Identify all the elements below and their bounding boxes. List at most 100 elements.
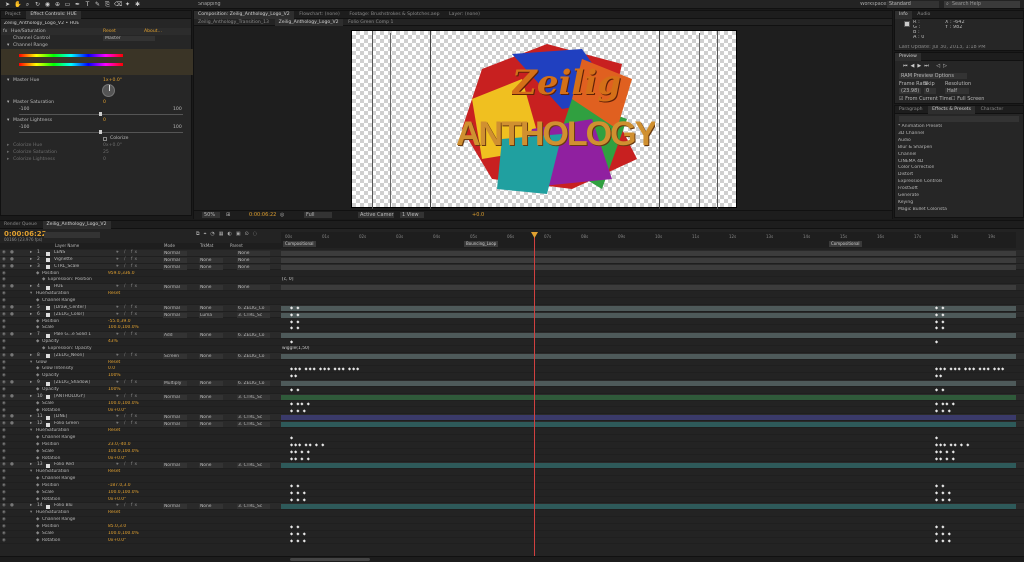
keyframes-start[interactable]: ◆ ◆ ◆ (290, 408, 307, 415)
keyframes-end[interactable]: ◆ ◆ (935, 483, 945, 490)
chevron-icon[interactable]: ◆ (36, 517, 39, 524)
layer-row[interactable]: ◉●▸11[LINE]⚹ / fxNormalNone3. CTRL_Sc (0, 414, 1024, 421)
track-matte-select[interactable]: None (199, 354, 223, 359)
visibility-icon[interactable]: ◉ (2, 353, 6, 360)
layer-switches[interactable]: ⚹ / fx (116, 284, 139, 291)
subtab-2[interactable]: Zeilig_Anthology_Logo_V2 (275, 19, 343, 26)
chevron-icon[interactable]: ◆ (36, 387, 39, 394)
solo-icon[interactable]: ● (10, 250, 14, 257)
property-row[interactable]: ◉◆Expression: Opacitywiggle(1,50) (0, 346, 1024, 353)
keyframes-start[interactable]: ◆ ◆ (290, 325, 300, 332)
tab-composition[interactable]: Composition: Zeilig_Anthology_Logo_V2 (194, 11, 294, 19)
parent-select[interactable]: 6. ZELIG_Co (237, 306, 270, 311)
blend-mode-select[interactable]: Normal (163, 251, 187, 256)
visibility-icon[interactable]: ◉ (2, 401, 6, 408)
parent-select[interactable]: 3. CTRL_Sc (237, 415, 270, 420)
layer-name[interactable]: [ZELIG_Shadow] (54, 380, 110, 387)
expand-arrow-icon[interactable]: ▸ (30, 462, 32, 469)
comp-viewer[interactable]: Zeilig ANTHOLOGY (351, 30, 737, 208)
keyframes-start[interactable]: ◆◆◆ ◆◆ ◆ ◆ (290, 442, 325, 449)
visibility-icon[interactable]: ◉ (2, 250, 6, 257)
track-matte-select[interactable]: None (199, 422, 223, 427)
parent-select[interactable]: 3. CTRL_Sc (237, 395, 270, 400)
comp-timecode[interactable]: 0:00:06:22 (249, 212, 276, 218)
full-screen-checkbox[interactable]: ☐ Full Screen (951, 96, 984, 102)
chevron-icon[interactable]: ▾ (30, 428, 32, 435)
colorize-checkbox[interactable] (103, 137, 107, 141)
visibility-icon[interactable]: ◉ (2, 428, 6, 435)
keyframes-end[interactable]: ◆◆◆ ◆◆ ◆ ◆ (935, 442, 970, 449)
property-value[interactable]: 85.0,3.0 (108, 524, 158, 531)
playhead[interactable] (534, 232, 535, 558)
track-matte-select[interactable]: None (199, 333, 223, 338)
property-row[interactable]: ◉◆Rotation0x+0.0°◆ ◆ ◆◆ ◆ ◆ (0, 538, 1024, 545)
chevron-icon[interactable]: ◆ (36, 271, 39, 278)
expression-text[interactable]: [c, 0] (282, 277, 362, 284)
effect-category-item[interactable]: Blur & Sharpen (898, 145, 932, 151)
pen-tool-icon[interactable]: ✒ (74, 1, 81, 8)
track-matte-select[interactable]: None (199, 415, 223, 420)
parent-select[interactable]: 3. CTRL_Sc (237, 504, 270, 509)
visibility-icon[interactable]: ◉ (2, 394, 6, 401)
comp-marker[interactable]: Compositional (829, 241, 862, 247)
keyframes-start[interactable]: ◆ ◆ ◆ (290, 490, 307, 497)
rectangle-tool-icon[interactable]: ▭ (64, 1, 71, 8)
visibility-icon[interactable]: ◉ (2, 312, 6, 319)
solo-icon[interactable]: ● (10, 380, 14, 387)
layer-duration-bar[interactable] (281, 285, 1016, 290)
expand-arrow-icon[interactable]: ▸ (30, 257, 32, 264)
effect-category-item[interactable]: Audio (898, 138, 911, 144)
layer-switches[interactable]: ⚹ / fx (116, 250, 139, 257)
camera-tool-icon[interactable]: ◉ (44, 1, 51, 8)
fx-icon[interactable]: fx (3, 28, 7, 35)
parent-select[interactable]: 3. CTRL_Sc (237, 313, 270, 318)
tab-effects-presets[interactable]: Effects & Presets (928, 106, 975, 114)
frame-rate-select[interactable]: (23.98) (899, 88, 921, 94)
keyframes-start[interactable]: ◆◆◆ ◆◆◆ ◆◆◆ ◆◆◆ ◆◆◆ (290, 366, 360, 373)
layer-name[interactable]: Pale G...e Solid 1 (54, 332, 110, 339)
chevron-icon[interactable]: ◆ (36, 298, 39, 305)
parent-select[interactable]: None (237, 285, 270, 290)
property-value[interactable]: -55.0,39.0 (108, 319, 158, 326)
track-matte-select[interactable]: None (199, 265, 223, 270)
keyframes-start[interactable]: ◆ ◆ (290, 387, 300, 394)
tab-audio[interactable]: Audio (913, 11, 934, 19)
layer-row[interactable]: ◉●▸13Folio Red⚹ / fxNormalNone3. CTRL_Sc (0, 462, 1024, 469)
tab-effect-controls[interactable]: Effect Controls: HUE (26, 11, 80, 19)
visibility-icon[interactable]: ◉ (2, 503, 6, 510)
layer-switches[interactable]: ⚹ / fx (116, 257, 139, 264)
layer-name[interactable]: CTRL_Scale (54, 264, 110, 271)
type-tool-icon[interactable]: T (84, 1, 91, 8)
layer-name[interactable]: Folio Blu (54, 503, 110, 510)
keyframes-end[interactable]: ◆ ◆ ◆ (935, 490, 952, 497)
visibility-icon[interactable]: ◉ (2, 264, 6, 271)
chevron-icon[interactable]: ◆ (42, 346, 45, 353)
views-select[interactable]: 1 View (400, 212, 424, 218)
layer-name[interactable]: [LINE] (54, 414, 110, 421)
tab-preview[interactable]: Preview (895, 53, 921, 61)
keyframes-start[interactable]: ◆ ◆ (290, 312, 300, 319)
track-matte-select[interactable]: None (199, 285, 223, 290)
layer-duration-bar[interactable] (281, 422, 1016, 427)
expand-arrow-icon[interactable]: ▸ (30, 264, 32, 271)
visibility-icon[interactable]: ◉ (2, 497, 6, 504)
effect-category-item[interactable]: 3D Channel (898, 131, 924, 137)
visibility-icon[interactable]: ◉ (2, 271, 6, 278)
resolution-select[interactable]: Full (304, 212, 332, 218)
master-hue-dial[interactable] (102, 84, 115, 97)
chevron-icon[interactable]: ◆ (36, 366, 39, 373)
tab-character[interactable]: Character (977, 106, 1008, 114)
layer-switches[interactable]: ⚹ / fx (116, 380, 139, 387)
visibility-icon[interactable]: ◉ (2, 366, 6, 373)
keyframes-start[interactable]: ◆ (290, 435, 294, 442)
subtab-3[interactable]: Folio Green Comp 1 (344, 19, 397, 26)
property-value[interactable]: Reset (108, 510, 158, 517)
layer-row[interactable]: ◉●▸10[ANTHOLOGY]⚹ / fxNormalNone3. CTRL_… (0, 394, 1024, 401)
visibility-icon[interactable]: ◉ (2, 449, 6, 456)
solo-icon[interactable]: ● (10, 257, 14, 264)
layer-name[interactable]: Vignette (54, 257, 110, 264)
visibility-icon[interactable]: ◉ (2, 414, 6, 421)
chevron-icon[interactable]: ◆ (36, 524, 39, 531)
chevron-icon[interactable]: ◆ (36, 476, 39, 483)
layer-label-color[interactable] (46, 416, 50, 420)
